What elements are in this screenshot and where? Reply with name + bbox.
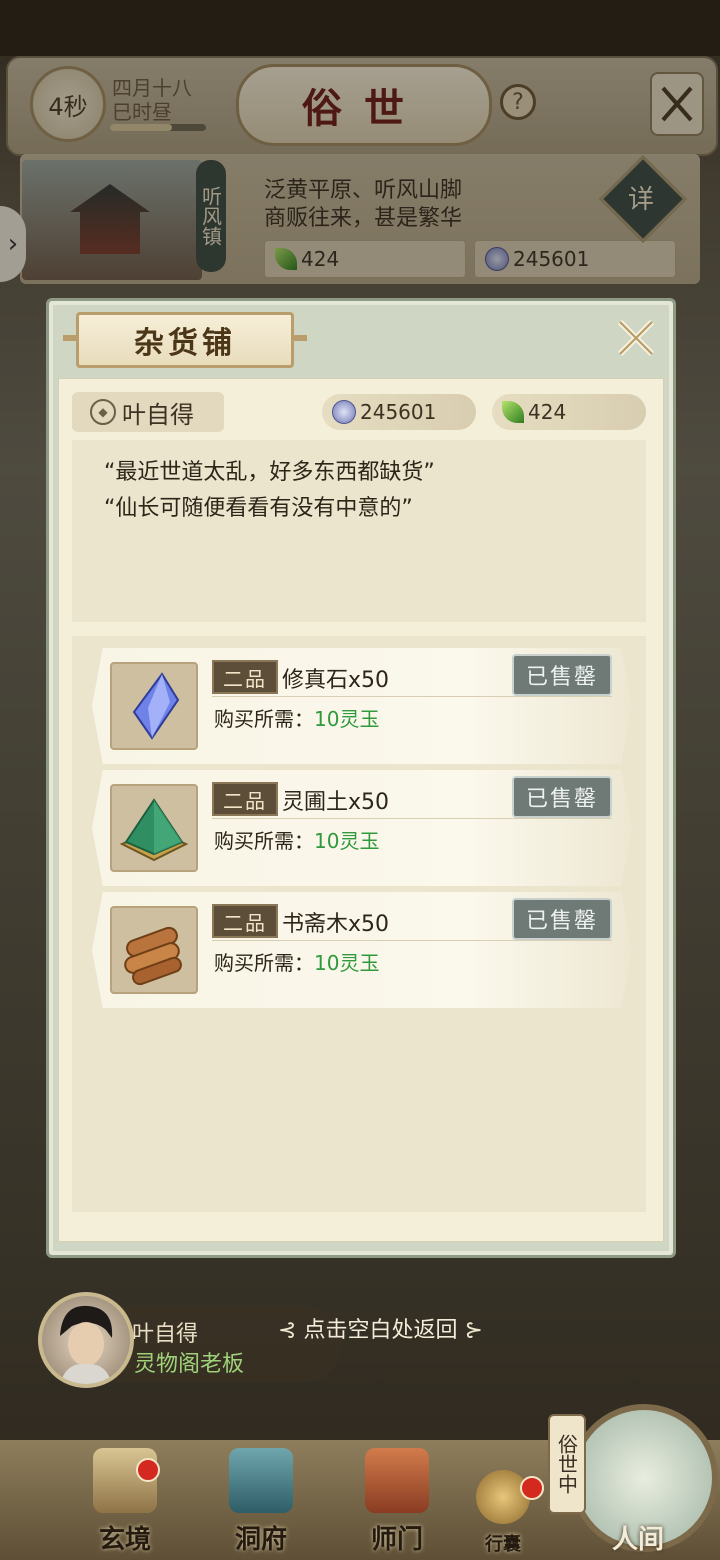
sold-out-badge: 已售罄	[512, 898, 612, 940]
dialog-line-2: “仙长可随便看看有没有中意的”	[104, 496, 413, 521]
npc-name: 叶自得	[132, 1322, 199, 1347]
npc-title: 灵物阁老板	[134, 1352, 245, 1377]
sold-out-badge: 已售罄	[512, 776, 612, 818]
item-cost: 购买所需：10灵玉	[214, 825, 379, 854]
leaf-balance: 424	[492, 394, 646, 430]
item-thumb	[110, 662, 198, 750]
nav-label: 玄境	[98, 1525, 151, 1555]
return-hint-text: 点击空白处返回	[303, 1318, 458, 1343]
item-thumb	[110, 906, 198, 994]
cost-label: 购买所需：	[214, 951, 314, 975]
close-icon	[617, 319, 655, 357]
item-thumb	[110, 784, 198, 872]
item-name: 修真石x50	[282, 668, 390, 693]
cost-value: 10灵玉	[314, 829, 380, 853]
nav-label: 师门	[370, 1525, 423, 1555]
wood-logs-icon	[124, 926, 182, 986]
item-name: 书斋木x50	[282, 912, 390, 937]
shop-owner-name: 叶自得	[122, 400, 194, 429]
nav-label: 人间	[611, 1525, 664, 1555]
cost-label: 购买所需：	[214, 829, 314, 853]
banner-icon	[365, 1448, 429, 1513]
shop-owner-tag: ◆ 叶自得	[72, 392, 224, 432]
nav-xingnang[interactable]: 行囊	[458, 1448, 548, 1556]
pavilion-icon	[229, 1448, 293, 1513]
cost-value: 10灵玉	[314, 951, 380, 975]
nav-shimen[interactable]: 师门	[342, 1448, 452, 1556]
shop-title: 杂货铺	[63, 312, 307, 368]
cost-value: 10灵玉	[314, 707, 380, 731]
item-cost: 购买所需：10灵玉	[214, 703, 379, 732]
item-divider	[212, 940, 612, 941]
leaf-balance-value: 424	[528, 400, 567, 424]
return-hint[interactable]: ⊰ 点击空白处返回 ⊱	[278, 1312, 483, 1344]
notification-badge	[520, 1476, 544, 1500]
cost-label: 购买所需：	[214, 707, 314, 731]
avatar	[38, 1292, 134, 1388]
item-grade: 二品	[212, 782, 278, 816]
nav-label: 行囊	[485, 1534, 521, 1555]
cloud-swirl-icon: ⊱	[457, 1318, 483, 1343]
item-grade: 二品	[212, 904, 278, 938]
coin-balance-value: 245601	[360, 400, 437, 424]
item-name: 灵圃土x50	[282, 790, 390, 815]
nav-xuanjing[interactable]: 玄境	[70, 1448, 180, 1556]
bag-icon	[476, 1470, 530, 1524]
npc-portrait-icon	[60, 1305, 113, 1384]
green-soil-icon	[119, 798, 189, 862]
leaf-icon	[502, 401, 524, 423]
item-grade: 二品	[212, 660, 278, 694]
coin-balance: 245601	[322, 394, 476, 430]
nav-label: 洞府	[234, 1525, 287, 1555]
item-cost: 购买所需：10灵玉	[214, 947, 379, 976]
coin-icon	[332, 400, 356, 424]
dialog-line-1: “最近世道太乱，好多东西都缺货”	[104, 460, 435, 485]
shop-close-button[interactable]	[612, 314, 660, 362]
item-divider	[212, 696, 612, 697]
nav-dongfu[interactable]: 洞府	[206, 1448, 316, 1556]
item-divider	[212, 818, 612, 819]
nav-renjian[interactable]: 人间	[568, 1448, 708, 1556]
blue-crystal-icon	[132, 672, 180, 740]
sold-out-badge: 已售罄	[512, 654, 612, 696]
diamond-icon: ◆	[90, 399, 116, 425]
cloud-swirl-icon: ⊰	[278, 1318, 304, 1343]
notification-badge	[136, 1458, 160, 1482]
